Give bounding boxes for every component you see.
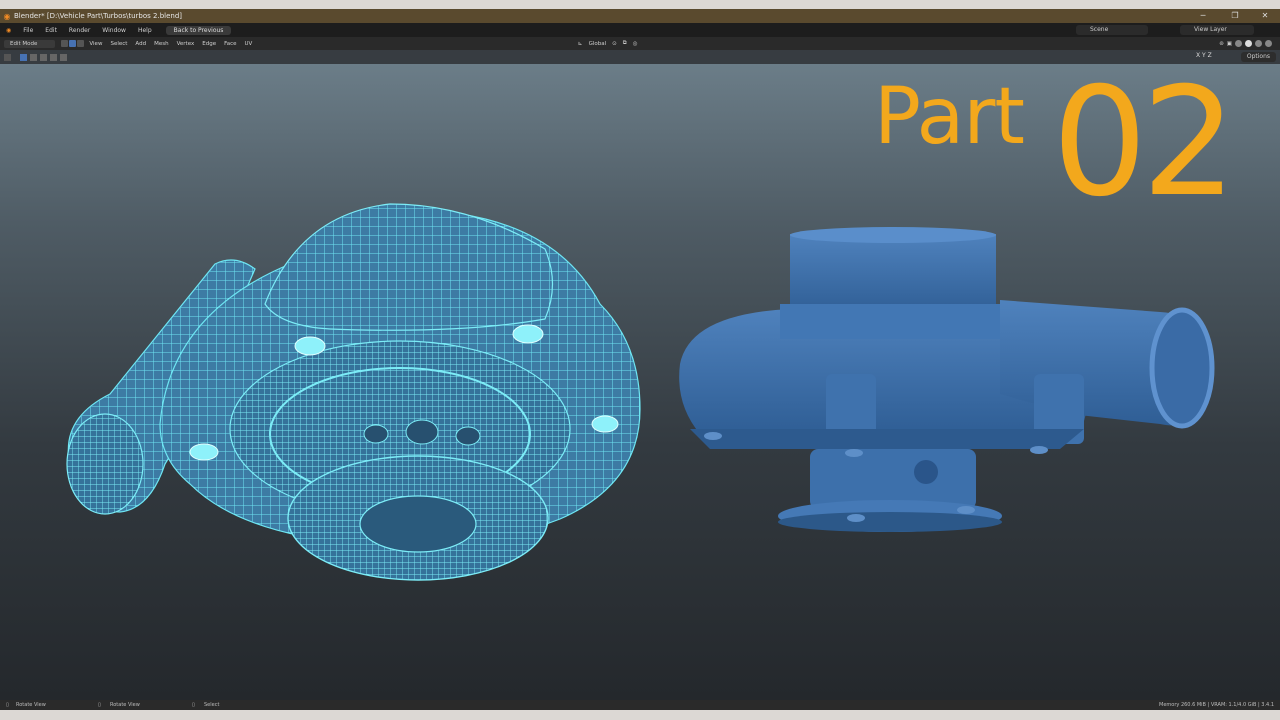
wireframe-bearing-hole-2 xyxy=(405,419,439,445)
tool-mode-icon[interactable] xyxy=(20,54,27,61)
tool-mode-subtract-icon[interactable] xyxy=(40,54,47,61)
status-hint-1: Rotate View xyxy=(16,702,46,708)
3d-viewport[interactable]: Part 02 xyxy=(0,64,1280,700)
select-mode-edge-icon[interactable] xyxy=(69,40,77,47)
menu-help[interactable]: Help xyxy=(132,27,158,34)
tool-settings-bar: X Y Z Options xyxy=(0,50,1280,64)
status-bar: ▯ Rotate View ▯ Rotate View ▯ Select Mem… xyxy=(0,700,1280,710)
wireframe-bolt-2 xyxy=(512,324,544,344)
wireframe-turbo-model[interactable] xyxy=(66,203,641,581)
transform-controls: ⊾ Global ⊙ ⧉ ◎ xyxy=(578,37,638,50)
select-mode-face-icon[interactable] xyxy=(77,40,85,47)
wireframe-bolt-3 xyxy=(591,415,619,433)
wireframe-bolt-1 xyxy=(294,336,326,356)
memory-info: Memory 260.6 MiB | VRAM: 1.1/4.0 GiB | 3… xyxy=(1159,702,1274,708)
select-box-icon[interactable] xyxy=(4,54,11,61)
blender-window: ◉ Blender* [D:\Vehicle Part\Turbos\turbo… xyxy=(0,0,1280,720)
blender-menu-icon[interactable]: ◉ xyxy=(0,27,17,34)
xray-icon[interactable]: ▣ xyxy=(1227,41,1232,47)
shading-rendered-icon[interactable] xyxy=(1265,40,1272,47)
shading-solid-icon[interactable] xyxy=(1245,40,1252,47)
status-hint-2: Rotate View xyxy=(110,702,140,708)
solid-bolt-2 xyxy=(845,449,863,457)
wireframe-top-volute xyxy=(264,203,554,331)
title-bar: ◉ Blender* [D:\Vehicle Part\Turbos\turbo… xyxy=(0,9,1280,23)
wireframe-flange-hole xyxy=(359,495,477,553)
window-title: Blender* [D:\Vehicle Part\Turbos\turbos … xyxy=(14,12,183,20)
mirror-y-toggle[interactable]: Y xyxy=(1202,52,1206,59)
mouse-middle-icon: ▯ xyxy=(98,702,101,708)
header-menu-add[interactable]: Add xyxy=(131,41,150,47)
menu-bar: ◉ File Edit Render Window Help Back to P… xyxy=(0,23,1280,37)
pivot-icon[interactable]: ⊙ xyxy=(612,41,617,47)
proportional-edit-icon[interactable]: ◎ xyxy=(633,41,638,47)
menu-file[interactable]: File xyxy=(17,27,39,34)
menu-window[interactable]: Window xyxy=(96,27,132,34)
solid-turbo-model[interactable] xyxy=(679,227,1215,532)
header-menu-uv[interactable]: UV xyxy=(241,41,257,47)
mirror-axes: X Y Z xyxy=(1196,52,1212,59)
wireframe-inlet-opening xyxy=(66,413,144,515)
mouse-left-icon: ▯ xyxy=(6,702,9,708)
solid-outlet-opening xyxy=(1149,307,1215,429)
scene-selector[interactable]: Scene xyxy=(1076,25,1148,35)
transform-orientation-icon: ⊾ xyxy=(578,40,583,47)
shading-controls: ⊚ ▣ xyxy=(1219,37,1272,50)
menu-edit[interactable]: Edit xyxy=(39,27,63,34)
close-button[interactable]: ✕ xyxy=(1250,9,1280,23)
mirror-z-toggle[interactable]: Z xyxy=(1208,52,1212,59)
view-layer-selector[interactable]: View Layer xyxy=(1180,25,1254,35)
header-menu-view[interactable]: View xyxy=(85,41,106,47)
bottom-strip xyxy=(0,710,1280,720)
toolbar-left-icons xyxy=(4,54,67,61)
solid-bolt-5 xyxy=(957,506,975,514)
viewport-header: Edit Mode View Select Add Mesh Vertex Ed… xyxy=(0,37,1280,50)
part-title-word: Part xyxy=(874,72,1025,162)
header-menu-mesh[interactable]: Mesh xyxy=(150,41,172,47)
top-strip xyxy=(0,0,1280,9)
tool-mode-extend-icon[interactable] xyxy=(30,54,37,61)
header-menu-edge[interactable]: Edge xyxy=(198,41,220,47)
status-hint-3: Select xyxy=(204,702,220,708)
back-to-previous-button[interactable]: Back to Previous xyxy=(165,25,232,35)
solid-bolt-4 xyxy=(847,514,865,522)
header-menu-select[interactable]: Select xyxy=(106,41,131,47)
header-menu-vertex[interactable]: Vertex xyxy=(173,41,199,47)
shading-material-icon[interactable] xyxy=(1255,40,1262,47)
mouse-right-icon: ▯ xyxy=(192,702,195,708)
solid-top-pipe xyxy=(790,234,996,314)
solid-mid-band xyxy=(780,304,1004,339)
part-title-number: 02 xyxy=(1052,64,1237,230)
transform-orientation-dropdown[interactable]: Global xyxy=(589,41,607,47)
shading-wireframe-icon[interactable] xyxy=(1235,40,1242,47)
snap-icon[interactable]: ⧉ xyxy=(623,40,627,47)
wireframe-bolt-4 xyxy=(189,443,219,461)
solid-bolt-3 xyxy=(1030,446,1048,454)
overlays-icon[interactable]: ⊚ xyxy=(1219,41,1224,47)
solid-center-port xyxy=(914,460,938,484)
minimize-button[interactable]: ─ xyxy=(1188,9,1218,23)
solid-flange-bottom xyxy=(778,512,1002,532)
solid-base-plate xyxy=(690,429,1084,449)
solid-top-pipe-rim xyxy=(790,227,996,243)
wireframe-bearing-hole-1 xyxy=(363,424,389,444)
select-mode-vertex-icon[interactable] xyxy=(61,40,69,47)
wireframe-bearing-hole-3 xyxy=(455,426,481,446)
tool-mode-invert-icon[interactable] xyxy=(50,54,57,61)
mirror-x-toggle[interactable]: X xyxy=(1196,52,1200,59)
solid-bolt-1 xyxy=(704,432,722,440)
options-dropdown[interactable]: Options xyxy=(1240,52,1276,62)
solid-center-housing xyxy=(810,449,976,509)
blender-logo-icon: ◉ xyxy=(3,11,11,21)
maximize-button[interactable]: ❐ xyxy=(1220,9,1250,23)
tool-mode-intersect-icon[interactable] xyxy=(60,54,67,61)
menu-render[interactable]: Render xyxy=(63,27,96,34)
header-menu-face[interactable]: Face xyxy=(220,41,240,47)
mode-selector[interactable]: Edit Mode xyxy=(4,39,56,48)
